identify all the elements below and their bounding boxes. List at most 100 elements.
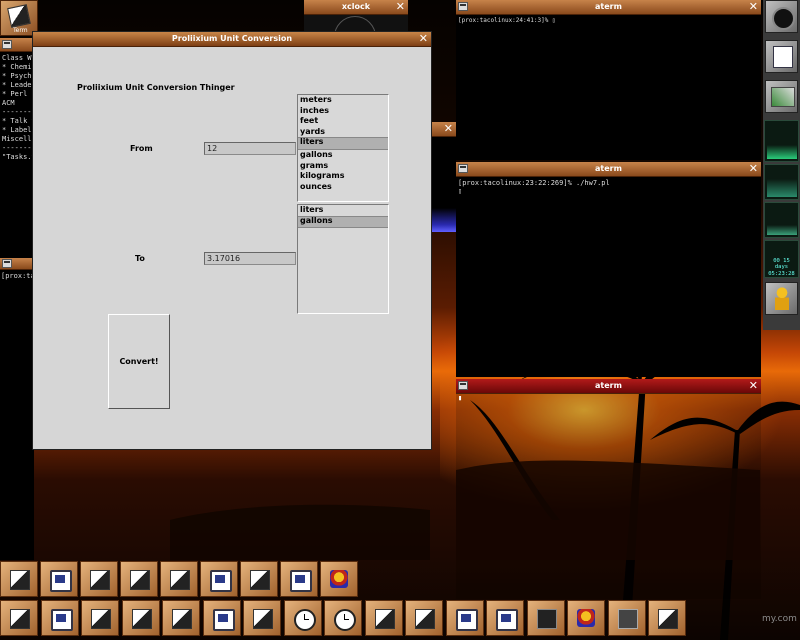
unit-conversion-titlebar[interactable]: Proliixium Unit Conversion ✕ (33, 32, 431, 47)
taskbar-button[interactable] (121, 600, 160, 636)
dock-tile-help[interactable] (765, 282, 798, 315)
monitor-icon (212, 609, 235, 631)
terminal-line: * Perl (2, 90, 28, 98)
close-icon[interactable]: ✕ (749, 0, 758, 14)
dock-tile-display[interactable] (765, 40, 798, 73)
taskbar-button[interactable] (607, 600, 646, 636)
window-menu-icon[interactable] (2, 259, 12, 268)
bw-icon (536, 609, 557, 629)
terminal-icon (131, 609, 152, 629)
unit-conversion-window[interactable]: Proliixium Unit Conversion ✕ Proliixium … (32, 31, 432, 450)
taskbar-button[interactable] (445, 600, 484, 636)
monitor-icon (210, 570, 232, 592)
hidden-window-titlebar[interactable]: ✕ (430, 122, 456, 137)
taskbar-button[interactable] (200, 561, 238, 597)
close-icon[interactable]: ✕ (396, 0, 405, 14)
taskbar-button[interactable] (526, 600, 565, 636)
unit-option-grams[interactable]: grams (298, 161, 388, 172)
terminal-icon (10, 609, 30, 629)
taskbar-button[interactable] (364, 600, 403, 636)
from-unit-list[interactable]: meters inches feet yards liters gallons grams k… (297, 94, 389, 202)
taskbar-button[interactable] (648, 600, 686, 636)
close-icon[interactable]: ✕ (749, 379, 758, 393)
left-terminal-window[interactable]: Class Wo * Chemis * Psycho * Leader * Perl AC… (0, 38, 36, 560)
taskbar-button[interactable] (567, 600, 605, 636)
cpu-monitor (764, 120, 799, 162)
window-menu-icon[interactable] (458, 164, 468, 173)
taskbar-button[interactable] (202, 600, 241, 636)
unit-option-liters[interactable]: liters (298, 205, 388, 216)
aterm-2-prompt[interactable]: [prox:tacolinux:23:22:269]% ./hw7.pl (458, 179, 610, 188)
taskbar-button[interactable] (283, 600, 322, 636)
watermark-text: my.com (762, 614, 797, 624)
monitor-icon (50, 609, 73, 631)
unit-option-gallons[interactable]: gallons (298, 150, 388, 161)
dock-tile-logo[interactable] (765, 0, 798, 33)
paint-icon (771, 87, 795, 107)
close-icon[interactable]: ✕ (419, 32, 428, 46)
unit-option-ounces[interactable]: ounces (298, 182, 388, 193)
to-unit-list[interactable]: liters gallons (297, 204, 389, 314)
taskbar-button[interactable] (243, 600, 281, 636)
hidden-window[interactable]: ✕ (430, 122, 456, 232)
taskbar-button[interactable] (320, 561, 358, 597)
window-menu-icon[interactable] (2, 40, 12, 49)
cpu-graph (767, 145, 797, 159)
terminal-line: * Label (2, 126, 32, 134)
terminal-line: Class Wo (2, 54, 36, 62)
unit-option-meters[interactable]: meters (298, 95, 388, 106)
unit-option-inches[interactable]: inches (298, 106, 388, 117)
window-menu-icon[interactable] (458, 381, 468, 390)
left-terminal-window-2[interactable]: [prox:ta (0, 258, 35, 280)
terminal-icon (172, 609, 192, 629)
term-launcher-label: Term (13, 27, 28, 34)
unit-option-gallons[interactable]: gallons (298, 215, 388, 229)
box-icon (617, 609, 638, 629)
clock-icon (334, 609, 356, 631)
taskbar-button[interactable] (240, 561, 278, 597)
taskbar-button[interactable] (486, 600, 524, 636)
unit-option-feet[interactable]: feet (298, 116, 388, 127)
left-terminal-2-titlebar[interactable] (0, 258, 34, 270)
left-terminal-titlebar[interactable] (0, 38, 34, 52)
aterm-window-1[interactable]: aterm ✕ [prox:tacolinux:24:41:3]% ▯ (456, 0, 761, 160)
unit-option-yards[interactable]: yards (298, 127, 388, 138)
dock-tile-paint[interactable] (765, 80, 798, 113)
taskbar-button[interactable] (40, 600, 79, 636)
terminal-line: * Leader (2, 81, 36, 89)
aterm-2-titlebar[interactable]: aterm ✕ (456, 162, 761, 177)
taskbar-button[interactable] (120, 561, 158, 597)
aterm-3-cursor: ▮ (458, 394, 463, 402)
net-graph (767, 225, 797, 235)
from-value-field[interactable]: 12 (204, 142, 296, 155)
aterm-3-titlebar[interactable]: aterm ✕ (456, 379, 761, 394)
taskbar-button[interactable] (80, 561, 118, 597)
taskbar-button[interactable] (40, 561, 78, 597)
terminal-icon (415, 609, 435, 629)
window-menu-icon[interactable] (458, 2, 468, 11)
taskbar-button[interactable] (405, 600, 443, 636)
convert-button[interactable]: Convert! (108, 314, 170, 409)
close-icon[interactable]: ✕ (749, 162, 758, 176)
taskbar-button[interactable] (81, 600, 119, 636)
terminal-line: ------- (2, 144, 32, 152)
aterm-1-titlebar[interactable]: aterm ✕ (456, 0, 761, 15)
taskbar-button[interactable] (324, 600, 362, 636)
aterm-window-3[interactable]: aterm ✕ ▮ (456, 379, 761, 599)
aterm-1-prompt[interactable]: [prox:tacolinux:24:41:3]% ▯ (458, 16, 556, 25)
xclock-titlebar[interactable]: xclock ✕ (304, 0, 408, 15)
taskbar-button[interactable] (162, 600, 200, 636)
unit-option-kilograms[interactable]: kilograms (298, 171, 388, 182)
aterm-window-2[interactable]: aterm ✕ [prox:tacolinux:23:22:269]% ./hw… (456, 162, 761, 377)
terminal-line: * Psycho (2, 72, 36, 80)
taskbar-button[interactable] (0, 600, 38, 636)
unit-option-liters[interactable]: liters (298, 137, 388, 150)
taskbar-button[interactable] (280, 561, 318, 597)
to-label: To (135, 254, 145, 263)
taskbar-button[interactable] (0, 561, 38, 597)
close-icon[interactable]: ✕ (444, 122, 453, 136)
taskbar-button[interactable] (160, 561, 198, 597)
terminal-icon (10, 570, 30, 590)
monitor-icon (290, 570, 312, 592)
to-value-field[interactable]: 3.17016 (204, 252, 296, 265)
